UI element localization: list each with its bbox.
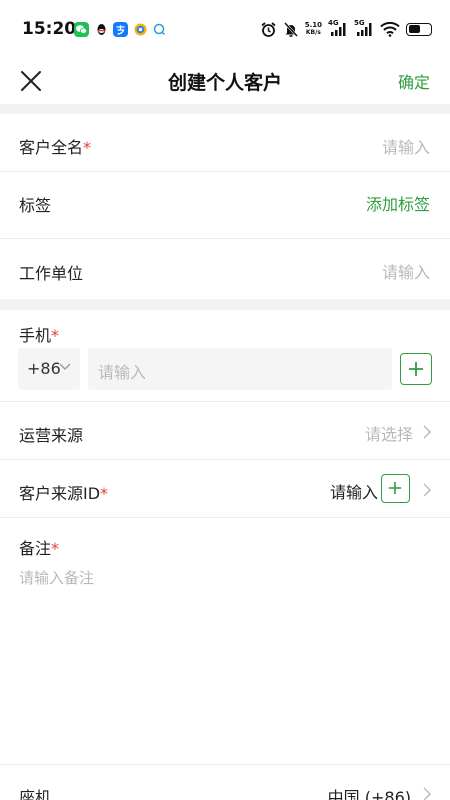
operation-source-label: 运营来源	[19, 426, 84, 445]
plus-icon	[388, 481, 402, 495]
phone-label: 手机*	[19, 326, 60, 345]
alipay-icon	[113, 22, 128, 37]
wifi-icon	[380, 21, 400, 37]
operation-source-field[interactable]: 运营来源 请选择	[0, 402, 450, 460]
status-bar: 15:20 5.10 KB/s 4G 5G	[0, 0, 450, 58]
plus-icon	[409, 362, 423, 376]
add-phone-button[interactable]	[400, 353, 432, 385]
full-name-input[interactable]: 请输入	[382, 134, 430, 158]
required-mark: *	[83, 138, 92, 157]
phone-input[interactable]: 请输入	[88, 348, 392, 390]
full-name-label: 客户全名*	[19, 138, 92, 157]
section-divider	[0, 104, 450, 114]
alarm-icon	[261, 21, 276, 37]
landline-country-select[interactable]: 中国 (+86)	[328, 784, 411, 800]
status-time: 15:20	[22, 19, 77, 39]
battery-icon	[406, 22, 432, 36]
chevron-right-icon	[423, 425, 432, 439]
net-speed: 5.10 KB/s	[304, 21, 322, 36]
customer-source-id-input[interactable]: 请输入	[330, 479, 378, 503]
wechat-icon	[74, 22, 89, 37]
required-mark: *	[51, 539, 60, 558]
chevron-right-icon	[423, 787, 432, 800]
add-source-id-button[interactable]	[381, 474, 410, 503]
confirm-button[interactable]: 确定	[398, 69, 430, 93]
operation-source-select[interactable]: 请选择	[365, 421, 413, 445]
phone-field: 手机* +86 请输入	[0, 310, 450, 402]
chevron-right-icon	[423, 483, 432, 497]
signal-icon-2: 5G	[354, 19, 374, 38]
signal-icon: 4G	[328, 19, 348, 38]
nav-bar: 创建个人客户 确定	[0, 58, 450, 104]
customer-source-id-label: 客户来源ID*	[19, 484, 109, 503]
country-code-value: +86	[27, 359, 61, 378]
tags-label: 标签	[19, 196, 52, 215]
country-code-select[interactable]: +86	[18, 348, 80, 390]
required-mark: *	[100, 484, 109, 503]
tags-field: 标签 添加标签	[0, 172, 450, 239]
mute-icon	[283, 21, 298, 37]
chat-icon	[152, 22, 167, 37]
status-indicators: 5.10 KB/s 4G 5G	[260, 19, 432, 39]
landline-field[interactable]: 座机 中国 (+86)	[0, 766, 450, 800]
remark-label: 备注*	[19, 539, 60, 558]
page-title: 创建个人客户	[167, 72, 282, 94]
customer-source-id-field: 客户来源ID* 请输入	[0, 460, 450, 518]
remark-field: 备注* 请输入备注	[0, 518, 450, 765]
company-label: 工作单位	[19, 264, 84, 283]
landline-label: 座机	[19, 788, 52, 800]
add-tag-button[interactable]: 添加标签	[366, 191, 430, 215]
company-input[interactable]: 请输入	[382, 259, 430, 283]
chevron-down-icon	[59, 363, 71, 370]
full-name-field[interactable]: 客户全名* 请输入	[0, 114, 450, 172]
section-divider	[0, 299, 450, 310]
remark-input[interactable]: 请输入备注	[19, 567, 94, 588]
qq-icon	[94, 22, 109, 37]
required-mark: *	[51, 326, 60, 345]
browser-icon	[133, 22, 148, 37]
company-field[interactable]: 工作单位 请输入	[0, 239, 450, 299]
